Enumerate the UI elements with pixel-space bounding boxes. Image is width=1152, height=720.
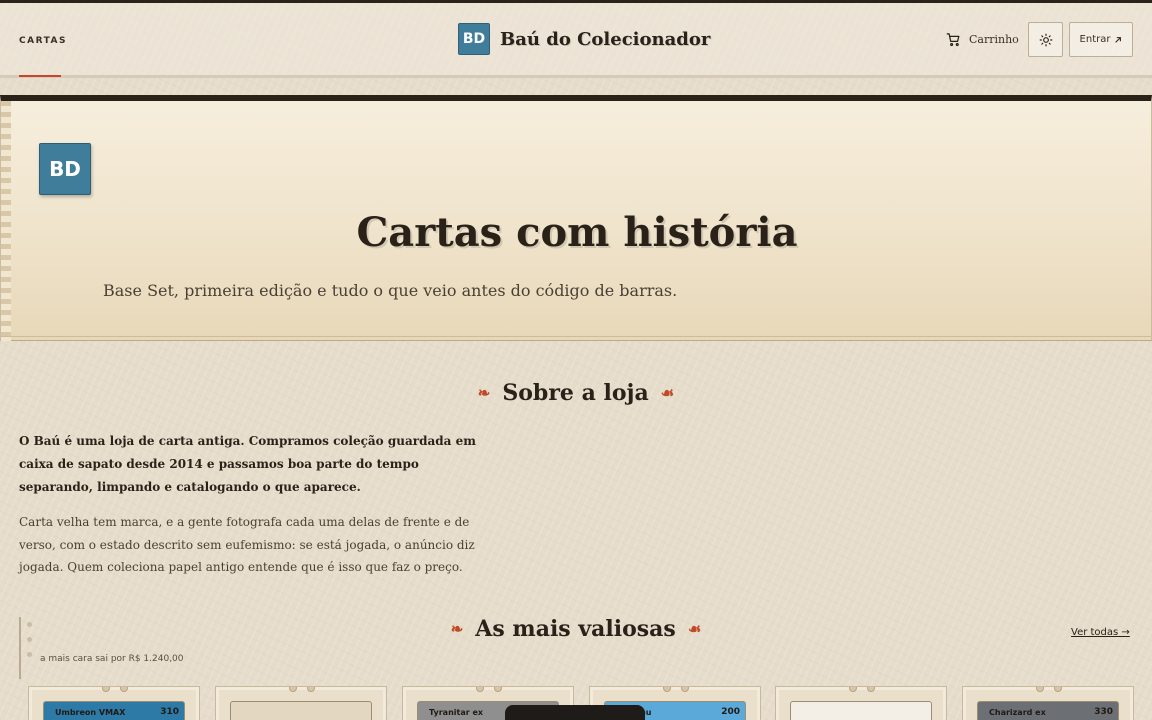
ornament-right-icon: ☙ xyxy=(660,384,675,402)
valuable-note: a mais cara sai por R$ 1.240,00 xyxy=(40,654,184,664)
floating-toolbar[interactable] xyxy=(505,705,645,720)
card-image xyxy=(230,701,372,720)
card-name: Charizard ex xyxy=(989,708,1046,717)
nav-active-underline xyxy=(19,75,61,77)
card-pins xyxy=(663,687,689,692)
product-card[interactable] xyxy=(215,686,387,720)
brand-title: Baú do Colecionador xyxy=(500,28,711,50)
valuable-heading-text: As mais valiosas xyxy=(475,616,676,642)
product-card[interactable]: Charizard ex 330 xyxy=(962,686,1134,720)
hero-subtitle: Base Set, primeira edição e tudo o que v… xyxy=(103,281,678,300)
cart-label: Carrinho xyxy=(969,33,1019,46)
card-hp: 310 xyxy=(160,707,179,717)
login-button[interactable]: Entrar xyxy=(1069,22,1133,57)
site-header: CARTAS BD Baú do Colecionador Carrinho E… xyxy=(0,3,1152,78)
sun-icon xyxy=(1039,33,1052,46)
card-name: Tyranitar ex xyxy=(429,708,484,717)
cart-icon xyxy=(946,33,960,47)
about-intro: O Baú é uma loja de carta antiga. Compra… xyxy=(19,434,476,494)
see-all-link[interactable]: Ver todas → xyxy=(1071,627,1130,638)
about-heading-text: Sobre a loja xyxy=(502,380,649,406)
hero-logo: BD xyxy=(39,143,91,195)
ornament-right-icon: ☙ xyxy=(687,620,702,638)
ornament-left-icon: ❧ xyxy=(450,620,464,638)
about-body: Carta velha tem marca, e a gente fotogra… xyxy=(19,515,475,574)
card-pins xyxy=(102,687,128,692)
brand-logo: BD xyxy=(458,23,490,55)
product-card[interactable] xyxy=(775,686,947,720)
card-pins xyxy=(289,687,315,692)
ornament-left-icon: ❧ xyxy=(477,384,491,402)
hero-title: Cartas com história xyxy=(356,209,798,256)
card-hp: 200 xyxy=(721,707,740,717)
card-pins xyxy=(1036,687,1062,692)
cart-button[interactable]: Carrinho xyxy=(946,32,1019,47)
card-name: Umbreon VMAX xyxy=(55,708,126,717)
about-heading: ❧ Sobre a loja ☙ xyxy=(0,380,1152,406)
valuable-heading: ❧ As mais valiosas ☙ xyxy=(0,616,1152,642)
brand[interactable]: BD Baú do Colecionador xyxy=(458,23,710,55)
card-image xyxy=(790,701,932,720)
product-card[interactable]: Umbreon VMAX 310 xyxy=(28,686,200,720)
nav-cards-link[interactable]: CARTAS xyxy=(19,3,67,78)
login-label: Entrar xyxy=(1079,34,1111,45)
card-pins xyxy=(476,687,502,692)
card-hp: 330 xyxy=(1094,707,1113,717)
card-pins xyxy=(849,687,875,692)
arrow-up-right-icon xyxy=(1115,36,1122,43)
theme-toggle-button[interactable] xyxy=(1028,22,1063,57)
hero-banner: BD Cartas com história Base Set, primeir… xyxy=(0,95,1152,341)
